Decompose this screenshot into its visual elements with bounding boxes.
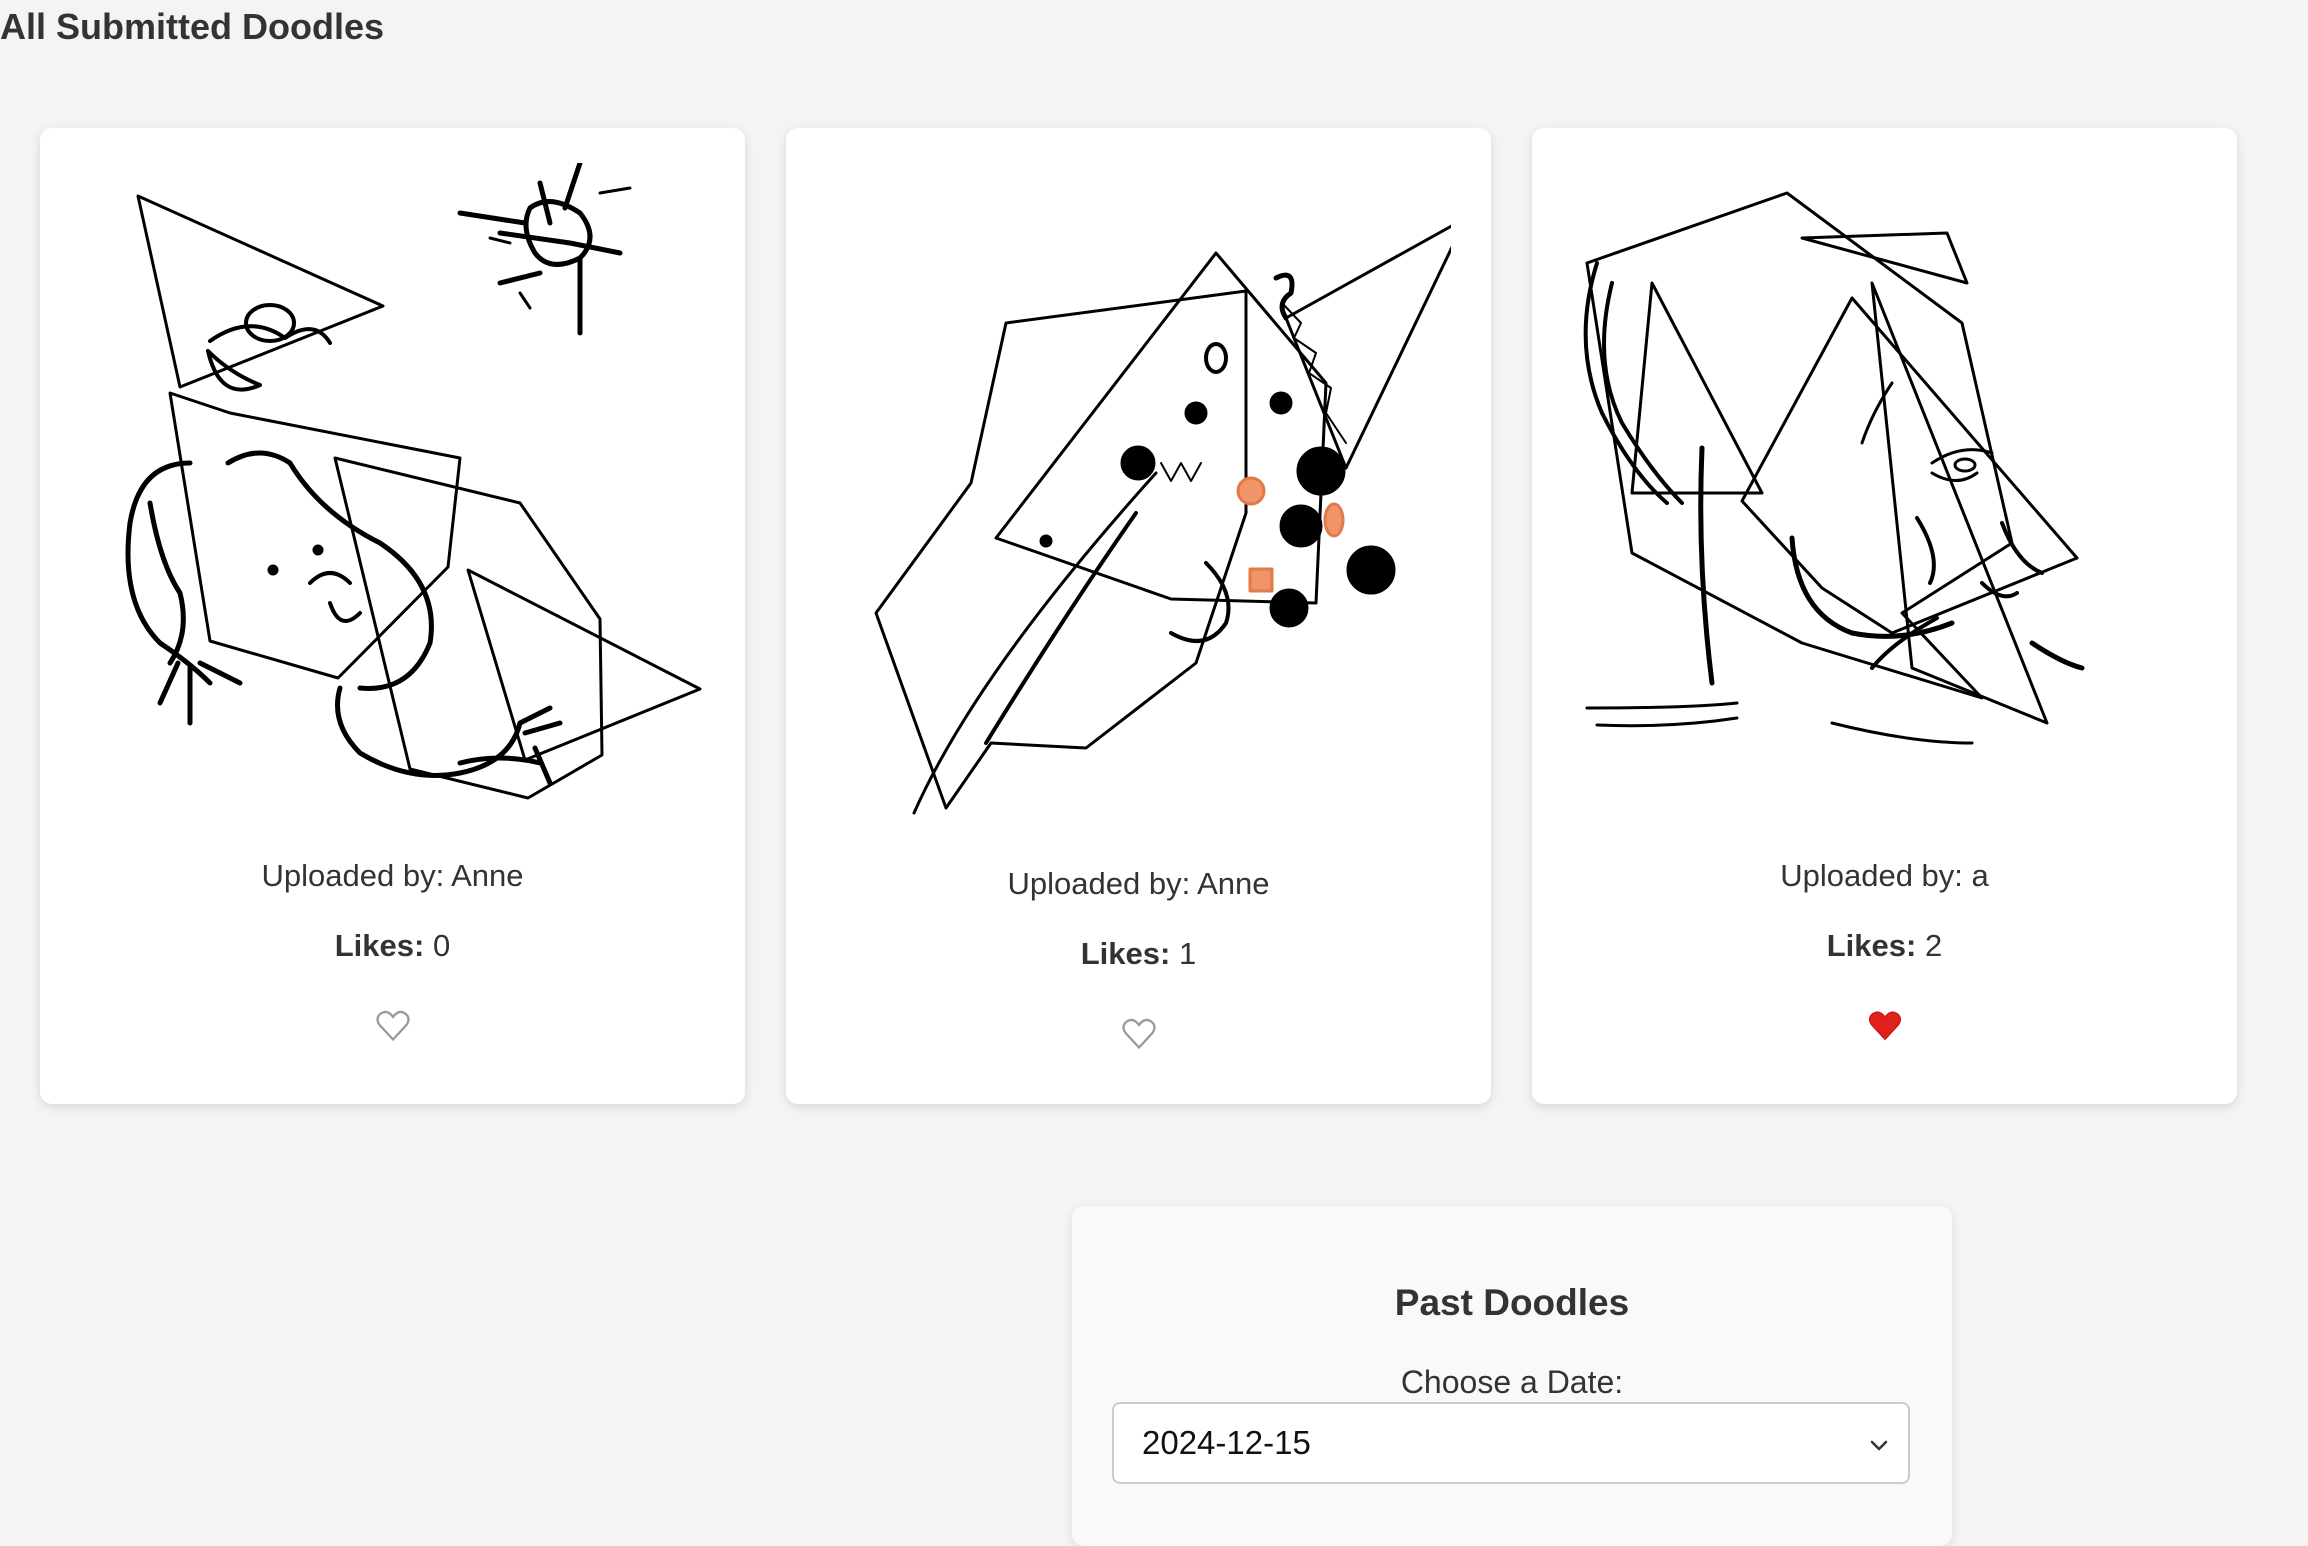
date-label: Choose a Date: xyxy=(1400,1364,1624,1400)
heart-outline-icon[interactable] xyxy=(1121,1016,1157,1052)
date-select[interactable]: 2024-12-15 xyxy=(1112,1402,1910,1484)
likes-label: Likes: xyxy=(1080,936,1171,971)
doodle-card: Uploaded by: a Likes: 2 xyxy=(1532,128,2237,1104)
selected-date: 2024-12-15 xyxy=(1142,1424,1311,1461)
doodle-image xyxy=(1572,163,2197,903)
likes-label: Likes: xyxy=(334,928,425,963)
likes-count: 1 xyxy=(1178,936,1197,971)
doodle-image xyxy=(826,163,1451,903)
likes-text: Likes: 2 xyxy=(1532,928,2237,964)
past-doodles-panel: Past Doodles Choose a Date: 2024-12-15 xyxy=(1072,1206,1952,1546)
past-doodles-title: Past Doodles xyxy=(1394,1282,1630,1323)
likes-count: 2 xyxy=(1924,928,1943,963)
likes-label: Likes: xyxy=(1826,928,1917,963)
doodle-image xyxy=(80,163,705,903)
uploader-text: Uploaded by: Anne xyxy=(1007,866,1270,901)
uploader-text: Uploaded by: a xyxy=(1780,858,1989,893)
likes-count: 0 xyxy=(432,928,451,963)
heart-filled-icon[interactable] xyxy=(1867,1008,1903,1044)
doodle-card: Uploaded by: Anne Likes: 1 xyxy=(786,128,1491,1104)
likes-text: Likes: 0 xyxy=(40,928,745,964)
doodle-card: Uploaded by: Anne Likes: 0 xyxy=(40,128,745,1104)
uploader-text: Uploaded by: Anne xyxy=(261,858,524,893)
chevron-down-icon xyxy=(1868,1434,1890,1456)
heart-outline-icon[interactable] xyxy=(375,1008,411,1044)
page-title: All Submitted Doodles xyxy=(0,6,385,47)
likes-text: Likes: 1 xyxy=(786,936,1491,972)
